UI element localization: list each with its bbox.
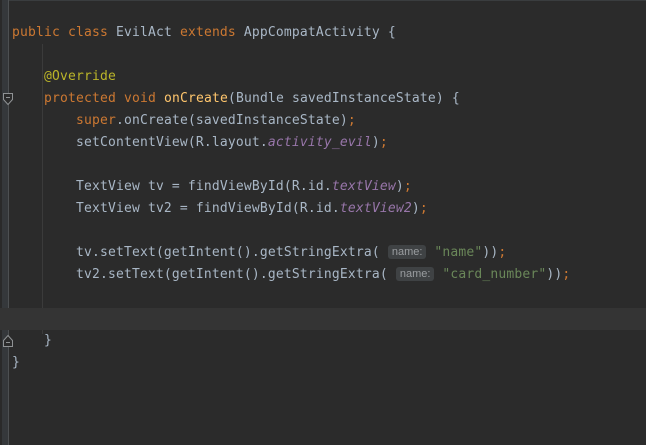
code-token: public	[12, 25, 60, 40]
code-token	[12, 113, 76, 128]
code-line[interactable]: tv2.setText(getIntent().getStringExtra( …	[0, 264, 646, 286]
code-line[interactable]: public class EvilAct extends AppCompatAc…	[0, 22, 646, 44]
code-token: )	[372, 135, 380, 150]
window-top-border	[0, 0, 646, 1]
code-token: }	[12, 355, 20, 370]
param-name-hint-pill: name:	[388, 245, 427, 259]
code-line[interactable]: setContentView(R.layout.activity_evil);	[0, 132, 646, 154]
code-token	[156, 91, 164, 106]
code-token: tv2.setText(getIntent().getStringExtra(	[12, 267, 396, 282]
code-token: activity_evil	[268, 135, 372, 150]
code-token: onCreate	[164, 91, 228, 106]
code-token: ))	[482, 245, 498, 260]
code-token: extends	[180, 25, 236, 40]
code-token: )	[412, 201, 420, 216]
code-token: tv.setText(getIntent().getStringExtra(	[12, 245, 388, 260]
code-token: EvilAct	[108, 25, 180, 40]
code-token: "name"	[434, 245, 482, 260]
code-token: "card_number"	[442, 267, 546, 282]
code-token	[12, 91, 44, 106]
fold-collapse-end-icon[interactable]	[1, 334, 15, 348]
code-line[interactable]	[0, 286, 646, 308]
code-token: ;	[404, 179, 412, 194]
code-token	[116, 91, 124, 106]
code-token: textView2	[340, 201, 412, 216]
code-line[interactable]	[0, 220, 646, 242]
code-lines[interactable]: public class EvilAct extends AppCompatAc…	[0, 22, 646, 374]
code-line[interactable]: protected void onCreate(Bundle savedInst…	[0, 88, 646, 110]
code-token: ;	[498, 245, 506, 260]
code-token: TextView tv2 = findViewById(R.id.	[12, 201, 340, 216]
code-line[interactable]: TextView tv2 = findViewById(R.id.textVie…	[0, 198, 646, 220]
code-token: textView	[332, 179, 396, 194]
code-token: (Bundle savedInstanceState) {	[228, 91, 460, 106]
code-token: ))	[546, 267, 562, 282]
code-token: super	[76, 113, 116, 128]
code-line[interactable]: TextView tv = findViewById(R.id.textView…	[0, 176, 646, 198]
code-token: void	[124, 91, 156, 106]
code-token: ;	[380, 135, 388, 150]
code-token	[12, 69, 44, 84]
code-line[interactable]: tv.setText(getIntent().getStringExtra( n…	[0, 242, 646, 264]
code-token: ;	[420, 201, 428, 216]
code-token: AppCompatActivity {	[236, 25, 396, 40]
code-token: class	[68, 25, 108, 40]
code-line[interactable]	[0, 154, 646, 176]
param-name-hint-pill: name:	[396, 267, 435, 281]
code-token: TextView tv = findViewById(R.id.	[12, 179, 332, 194]
code-line-caret[interactable]	[0, 308, 646, 330]
code-line[interactable]: }	[0, 330, 646, 352]
code-token: setContentView(R.layout.	[12, 135, 268, 150]
code-token: @Override	[44, 69, 116, 84]
code-line[interactable]: @Override	[0, 66, 646, 88]
code-token	[60, 25, 68, 40]
code-editor: public class EvilAct extends AppCompatAc…	[0, 0, 646, 445]
code-token: )	[396, 179, 404, 194]
code-line[interactable]: }	[0, 352, 646, 374]
code-line[interactable]	[0, 44, 646, 66]
code-token: ;	[348, 113, 356, 128]
code-token: .onCreate(savedInstanceState)	[116, 113, 348, 128]
code-token: protected	[44, 91, 116, 106]
code-line[interactable]: super.onCreate(savedInstanceState);	[0, 110, 646, 132]
fold-collapse-start-icon[interactable]	[1, 92, 15, 106]
code-token: ;	[562, 267, 570, 282]
code-token: }	[12, 333, 52, 348]
